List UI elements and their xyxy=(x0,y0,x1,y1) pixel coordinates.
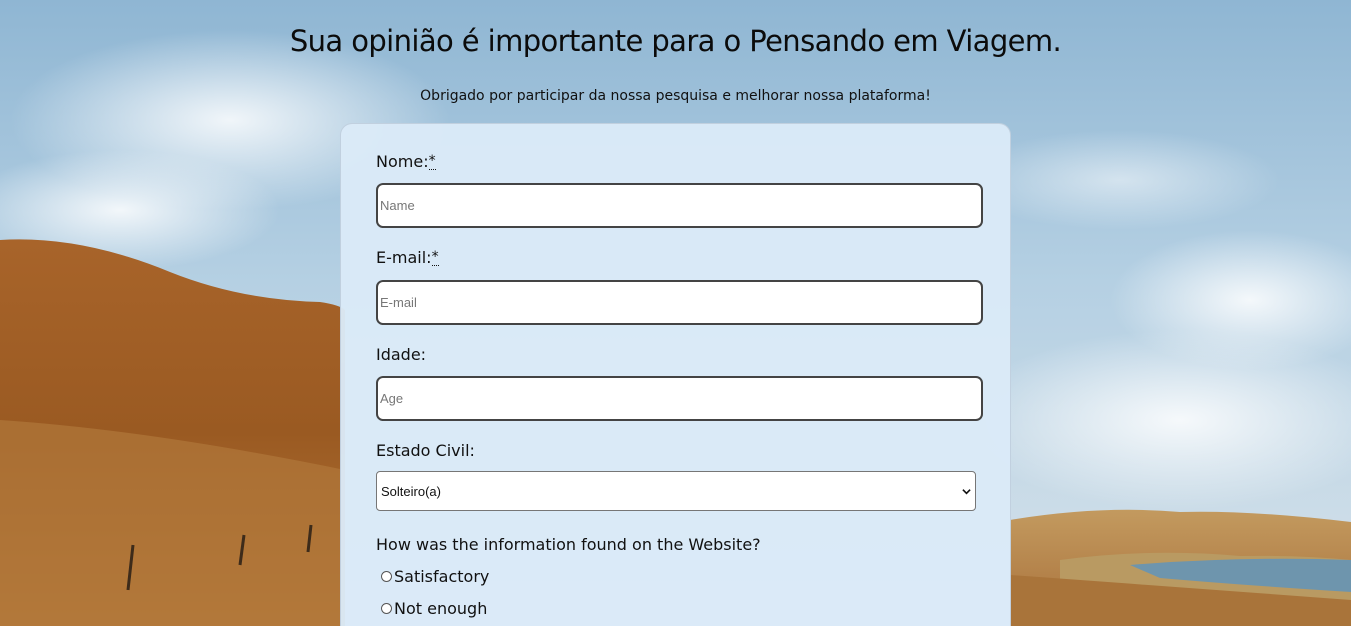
chevron-down-icon xyxy=(962,488,971,494)
radio-option-not-enough[interactable]: Not enough xyxy=(381,599,487,618)
age-label: Idade: xyxy=(376,345,427,364)
required-indicator: * xyxy=(431,249,439,266)
radio-option-satisfactory[interactable]: Satisfactory xyxy=(381,567,489,586)
survey-form: Nome:* E-mail:* Idade: Estado Civil: Sol… xyxy=(340,123,1011,626)
info-question-label: How was the information found on the Web… xyxy=(376,535,761,554)
radio-button-icon[interactable] xyxy=(381,571,392,582)
radio-option-label: Satisfactory xyxy=(394,567,490,586)
age-input[interactable] xyxy=(376,376,983,421)
page-subtitle: Obrigado por participar da nossa pesquis… xyxy=(420,88,931,104)
radio-option-label: Not enough xyxy=(394,599,488,618)
name-input[interactable] xyxy=(376,183,983,228)
marital-status-selected-value: Solteiro(a) xyxy=(381,483,441,499)
required-indicator: * xyxy=(428,153,436,170)
marital-status-label: Estado Civil: xyxy=(376,441,475,460)
email-label: E-mail:* xyxy=(376,248,439,267)
marital-status-select[interactable]: Solteiro(a) xyxy=(376,471,976,511)
page-title: Sua opinião é importante para o Pensando… xyxy=(289,24,1062,58)
name-label: Nome:* xyxy=(376,152,436,171)
email-input[interactable] xyxy=(376,280,983,325)
radio-button-icon[interactable] xyxy=(381,603,392,614)
